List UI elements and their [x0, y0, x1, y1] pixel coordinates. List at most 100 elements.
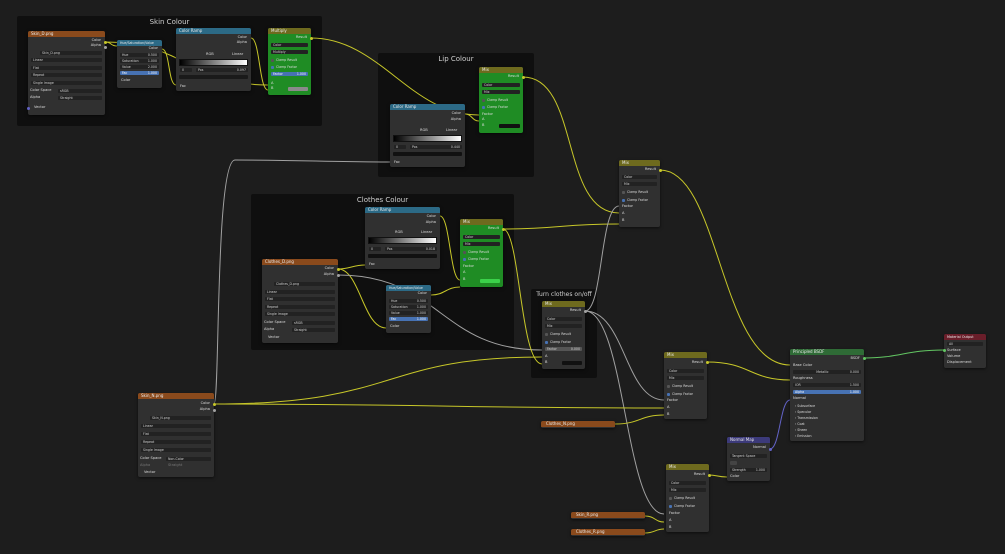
socket-dot[interactable] — [104, 41, 107, 44]
image-selector[interactable]: Skin_N.png — [150, 416, 211, 420]
clamp-factor-checkbox[interactable]: Clamp Factor — [669, 504, 695, 508]
mix-lip[interactable]: Mix Result Color Mix Clamp Result Clamp … — [479, 67, 523, 133]
data-type-select[interactable]: Color — [667, 369, 704, 373]
node-header[interactable]: Multiply — [268, 28, 311, 34]
node-header[interactable]: Color Ramp — [390, 104, 465, 110]
clamp-factor-checkbox[interactable]: Clamp Factor — [667, 392, 693, 396]
node-header[interactable]: Normal Map — [727, 437, 770, 443]
node-header[interactable]: Skin_R.png — [571, 512, 645, 518]
ramp-interp[interactable]: Linear — [421, 230, 438, 235]
mix-lip-clothes[interactable]: Mix Result Color Mix Clamp Result Clamp … — [619, 160, 660, 227]
projection-select[interactable]: Flat — [141, 432, 211, 436]
source-select[interactable]: Single Image — [265, 312, 335, 316]
data-type-select[interactable]: Color — [463, 235, 500, 239]
data-type-select[interactable]: Color — [622, 175, 657, 179]
image-texture-skin-n[interactable]: Skin_N.png Color Alpha Skin_N.png Linear… — [138, 393, 214, 477]
color-ramp-bar[interactable] — [393, 135, 462, 142]
image-selector[interactable]: Skin_D.png — [40, 51, 102, 55]
socket-dot[interactable] — [584, 310, 587, 313]
extension-select[interactable]: Repeat — [31, 73, 102, 77]
interpolation-select[interactable]: Linear — [141, 424, 211, 428]
hue-field[interactable]: Hue 0.500 — [389, 299, 428, 303]
input-b-color[interactable] — [480, 279, 500, 283]
mix-normal-blend[interactable]: Mix Result Color Mix Clamp Result Clamp … — [664, 352, 707, 419]
ramp-stop-color[interactable] — [393, 152, 462, 156]
panel-transmission[interactable]: › Transmission — [795, 416, 818, 420]
hue-saturation-value-skin[interactable]: Hue/Saturation/Value Color Hue 0.500 Sat… — [117, 40, 162, 88]
colorspace-select[interactable]: sRGB — [292, 321, 335, 325]
clamp-factor-checkbox[interactable]: Clamp Factor — [545, 340, 571, 344]
source-select[interactable]: Single Image — [31, 81, 102, 85]
clamp-factor-checkbox[interactable]: Clamp Factor — [622, 198, 648, 202]
socket-dot[interactable] — [337, 274, 340, 277]
node-header[interactable]: Principled BSDF — [790, 349, 864, 355]
node-header[interactable]: Clothes_N.png — [541, 421, 615, 427]
clamp-result-checkbox[interactable]: Clamp Result — [622, 190, 648, 194]
clamp-result-checkbox[interactable]: Clamp Result — [463, 250, 489, 254]
extension-select[interactable]: Repeat — [265, 305, 335, 309]
ramp-pos-field[interactable]: Pos 0.018 — [385, 247, 437, 251]
node-header[interactable]: Skin_N.png — [138, 393, 214, 399]
ramp-stop-index[interactable]: 0 — [394, 145, 406, 149]
socket-dot[interactable] — [337, 268, 340, 271]
mix-roughness-blend[interactable]: Mix Result Color Mix Clamp Result Clamp … — [666, 464, 709, 532]
mix-clothes[interactable]: Mix Result Color Mix Clamp Result Clamp … — [460, 219, 503, 287]
target-select[interactable]: All — [947, 342, 983, 346]
factor-field[interactable]: Factor 0.000 — [545, 347, 582, 351]
clamp-result-checkbox[interactable]: Clamp Result — [482, 98, 508, 102]
socket-dot[interactable] — [27, 107, 30, 110]
color-ramp-bar[interactable] — [368, 237, 437, 244]
space-select[interactable]: Tangent Space — [730, 454, 767, 458]
socket-dot[interactable] — [502, 228, 505, 231]
alpha-field[interactable]: Alpha 1.000 — [793, 390, 861, 394]
node-header[interactable]: Mix — [666, 464, 709, 470]
clamp-factor-checkbox[interactable]: Clamp Factor — [271, 65, 297, 69]
image-texture-skin-r-collapsed[interactable]: Skin_R.png — [571, 512, 645, 519]
interpolation-select[interactable]: Linear — [31, 58, 102, 62]
alpha-select[interactable]: Straight — [292, 328, 335, 332]
clamp-factor-checkbox[interactable]: Clamp Factor — [482, 105, 508, 109]
node-header[interactable]: Mix — [479, 67, 523, 73]
clamp-factor-checkbox[interactable]: Clamp Factor — [463, 257, 489, 261]
image-texture-clothes-n-collapsed[interactable]: Clothes_N.png — [541, 421, 615, 428]
saturation-field[interactable]: Saturation 1.000 — [120, 59, 159, 63]
blend-mode-select[interactable]: Mix — [463, 242, 500, 246]
hue-field[interactable]: Hue 0.500 — [120, 53, 159, 57]
uv-map-icon[interactable] — [730, 461, 737, 465]
socket-dot[interactable] — [310, 37, 313, 40]
node-header[interactable]: Skin_D.png — [28, 31, 105, 37]
node-header[interactable]: Mix — [542, 301, 585, 307]
blend-mode-select[interactable]: Multiply — [271, 50, 308, 54]
node-header[interactable]: Clothes_D.png — [262, 259, 338, 265]
interpolation-select[interactable]: Linear — [265, 290, 335, 294]
blend-mode-select[interactable]: Mix — [545, 324, 582, 328]
fac-field[interactable]: Fac 1.000 — [120, 71, 159, 75]
image-selector[interactable]: Clothes_D.png — [274, 282, 335, 286]
socket-dot[interactable] — [769, 448, 772, 451]
ramp-interp[interactable]: Linear — [232, 52, 249, 57]
panel-coat[interactable]: › Coat — [795, 422, 805, 426]
node-header[interactable]: Mix — [664, 352, 707, 358]
value-field[interactable]: Value 1.000 — [389, 311, 428, 315]
projection-select[interactable]: Flat — [31, 66, 102, 70]
image-texture-clothes-r-collapsed[interactable]: Clothes_R.png — [571, 529, 645, 536]
data-type-select[interactable]: Color — [271, 43, 308, 47]
node-header[interactable]: Mix — [619, 160, 660, 166]
socket-dot[interactable] — [104, 46, 107, 49]
socket-dot[interactable] — [863, 357, 866, 360]
node-header[interactable]: Mix — [460, 219, 503, 225]
image-texture-skin-d[interactable]: Skin_D.png Color Alpha Skin_D.png Linear… — [28, 31, 105, 115]
socket-dot[interactable] — [659, 169, 662, 172]
input-b-color[interactable] — [288, 87, 308, 91]
mix-multiply[interactable]: Multiply Result Color Multiply Clamp Res… — [268, 28, 311, 95]
clamp-result-checkbox[interactable]: Clamp Result — [669, 496, 695, 500]
color-ramp-skin[interactable]: Color Ramp Color Alpha RGB Linear 0 Pos … — [176, 28, 251, 91]
ramp-interp[interactable]: Linear — [446, 128, 463, 133]
colorspace-select[interactable]: sRGB — [58, 89, 102, 93]
alpha-select[interactable]: Straight — [58, 96, 102, 100]
ramp-stop-index[interactable]: 0 — [180, 68, 192, 72]
color-ramp-bar[interactable] — [179, 59, 248, 66]
mix-turn-clothes[interactable]: Mix Result Color Mix Clamp Result Clamp … — [542, 301, 585, 369]
source-select[interactable]: Single Image — [141, 448, 211, 452]
metallic-field[interactable]: Metallic 0.000 — [793, 370, 861, 374]
